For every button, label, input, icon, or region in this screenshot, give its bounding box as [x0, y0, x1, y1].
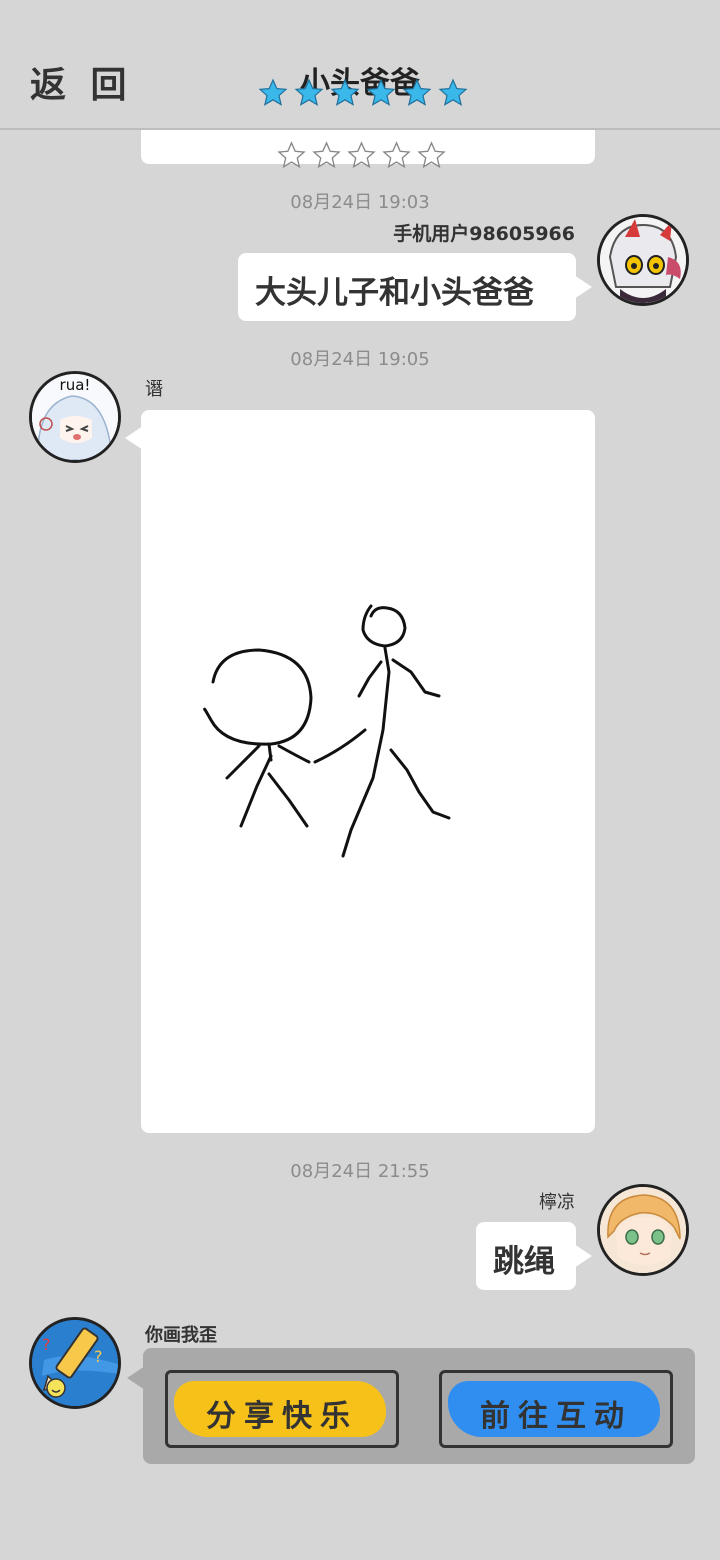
svg-text:?: ? [94, 1347, 103, 1366]
go-interact-button[interactable]: 前往互动 [439, 1370, 673, 1448]
star-outline-icon[interactable] [417, 141, 446, 170]
message-time: 08月24日 19:05 [290, 349, 430, 370]
game-username: 你画我歪 [145, 1325, 217, 1346]
share-joy-label: 分享快乐 [206, 1399, 358, 1434]
message-username: 檸凉 [539, 1192, 575, 1213]
drawing-message[interactable] [125, 410, 595, 1133]
star-filled-icon [366, 78, 396, 106]
message-bubble[interactable]: 跳绳 [476, 1222, 592, 1290]
star-filled-icon [330, 78, 360, 106]
star-filled-icon [294, 78, 324, 106]
message-time: 08月24日 19:03 [290, 192, 430, 213]
avatar-anime-girl-icon [600, 1187, 686, 1273]
pencil-icon: ? ? [32, 1320, 118, 1406]
message-username: 谮 [145, 379, 163, 400]
star-outline-icon[interactable] [382, 141, 411, 170]
star-outline-icon[interactable] [312, 141, 341, 170]
user-avatar[interactable] [597, 214, 689, 306]
game-invite-card: 分享快乐 前往互动 [127, 1348, 695, 1464]
rating-stars-outline[interactable] [277, 141, 446, 170]
message-username: 手机用户98605966 [393, 223, 575, 245]
avatar-caption: rua! [59, 376, 91, 394]
stick-figure-drawing [203, 604, 451, 858]
message-bubble[interactable]: 大头儿子和小头爸爸 [238, 253, 592, 321]
star-outline-icon[interactable] [347, 141, 376, 170]
star-filled-icon [402, 78, 432, 106]
rating-stars [258, 78, 468, 108]
game-avatar[interactable]: ? ? [29, 1317, 121, 1409]
header-bar: 返 回 小头爸爸 [0, 0, 720, 130]
star-filled-icon [438, 78, 468, 106]
avatar-anime-girl-icon [600, 217, 686, 303]
user-avatar[interactable]: rua! [29, 371, 121, 463]
go-interact-label: 前往互动 [480, 1399, 632, 1434]
star-outline-icon[interactable] [277, 141, 306, 170]
user-avatar[interactable] [597, 1184, 689, 1276]
share-joy-button[interactable]: 分享快乐 [165, 1370, 399, 1448]
star-filled-icon [258, 78, 288, 106]
message-time: 08月24日 21:55 [290, 1161, 430, 1182]
svg-text:?: ? [42, 1335, 51, 1354]
